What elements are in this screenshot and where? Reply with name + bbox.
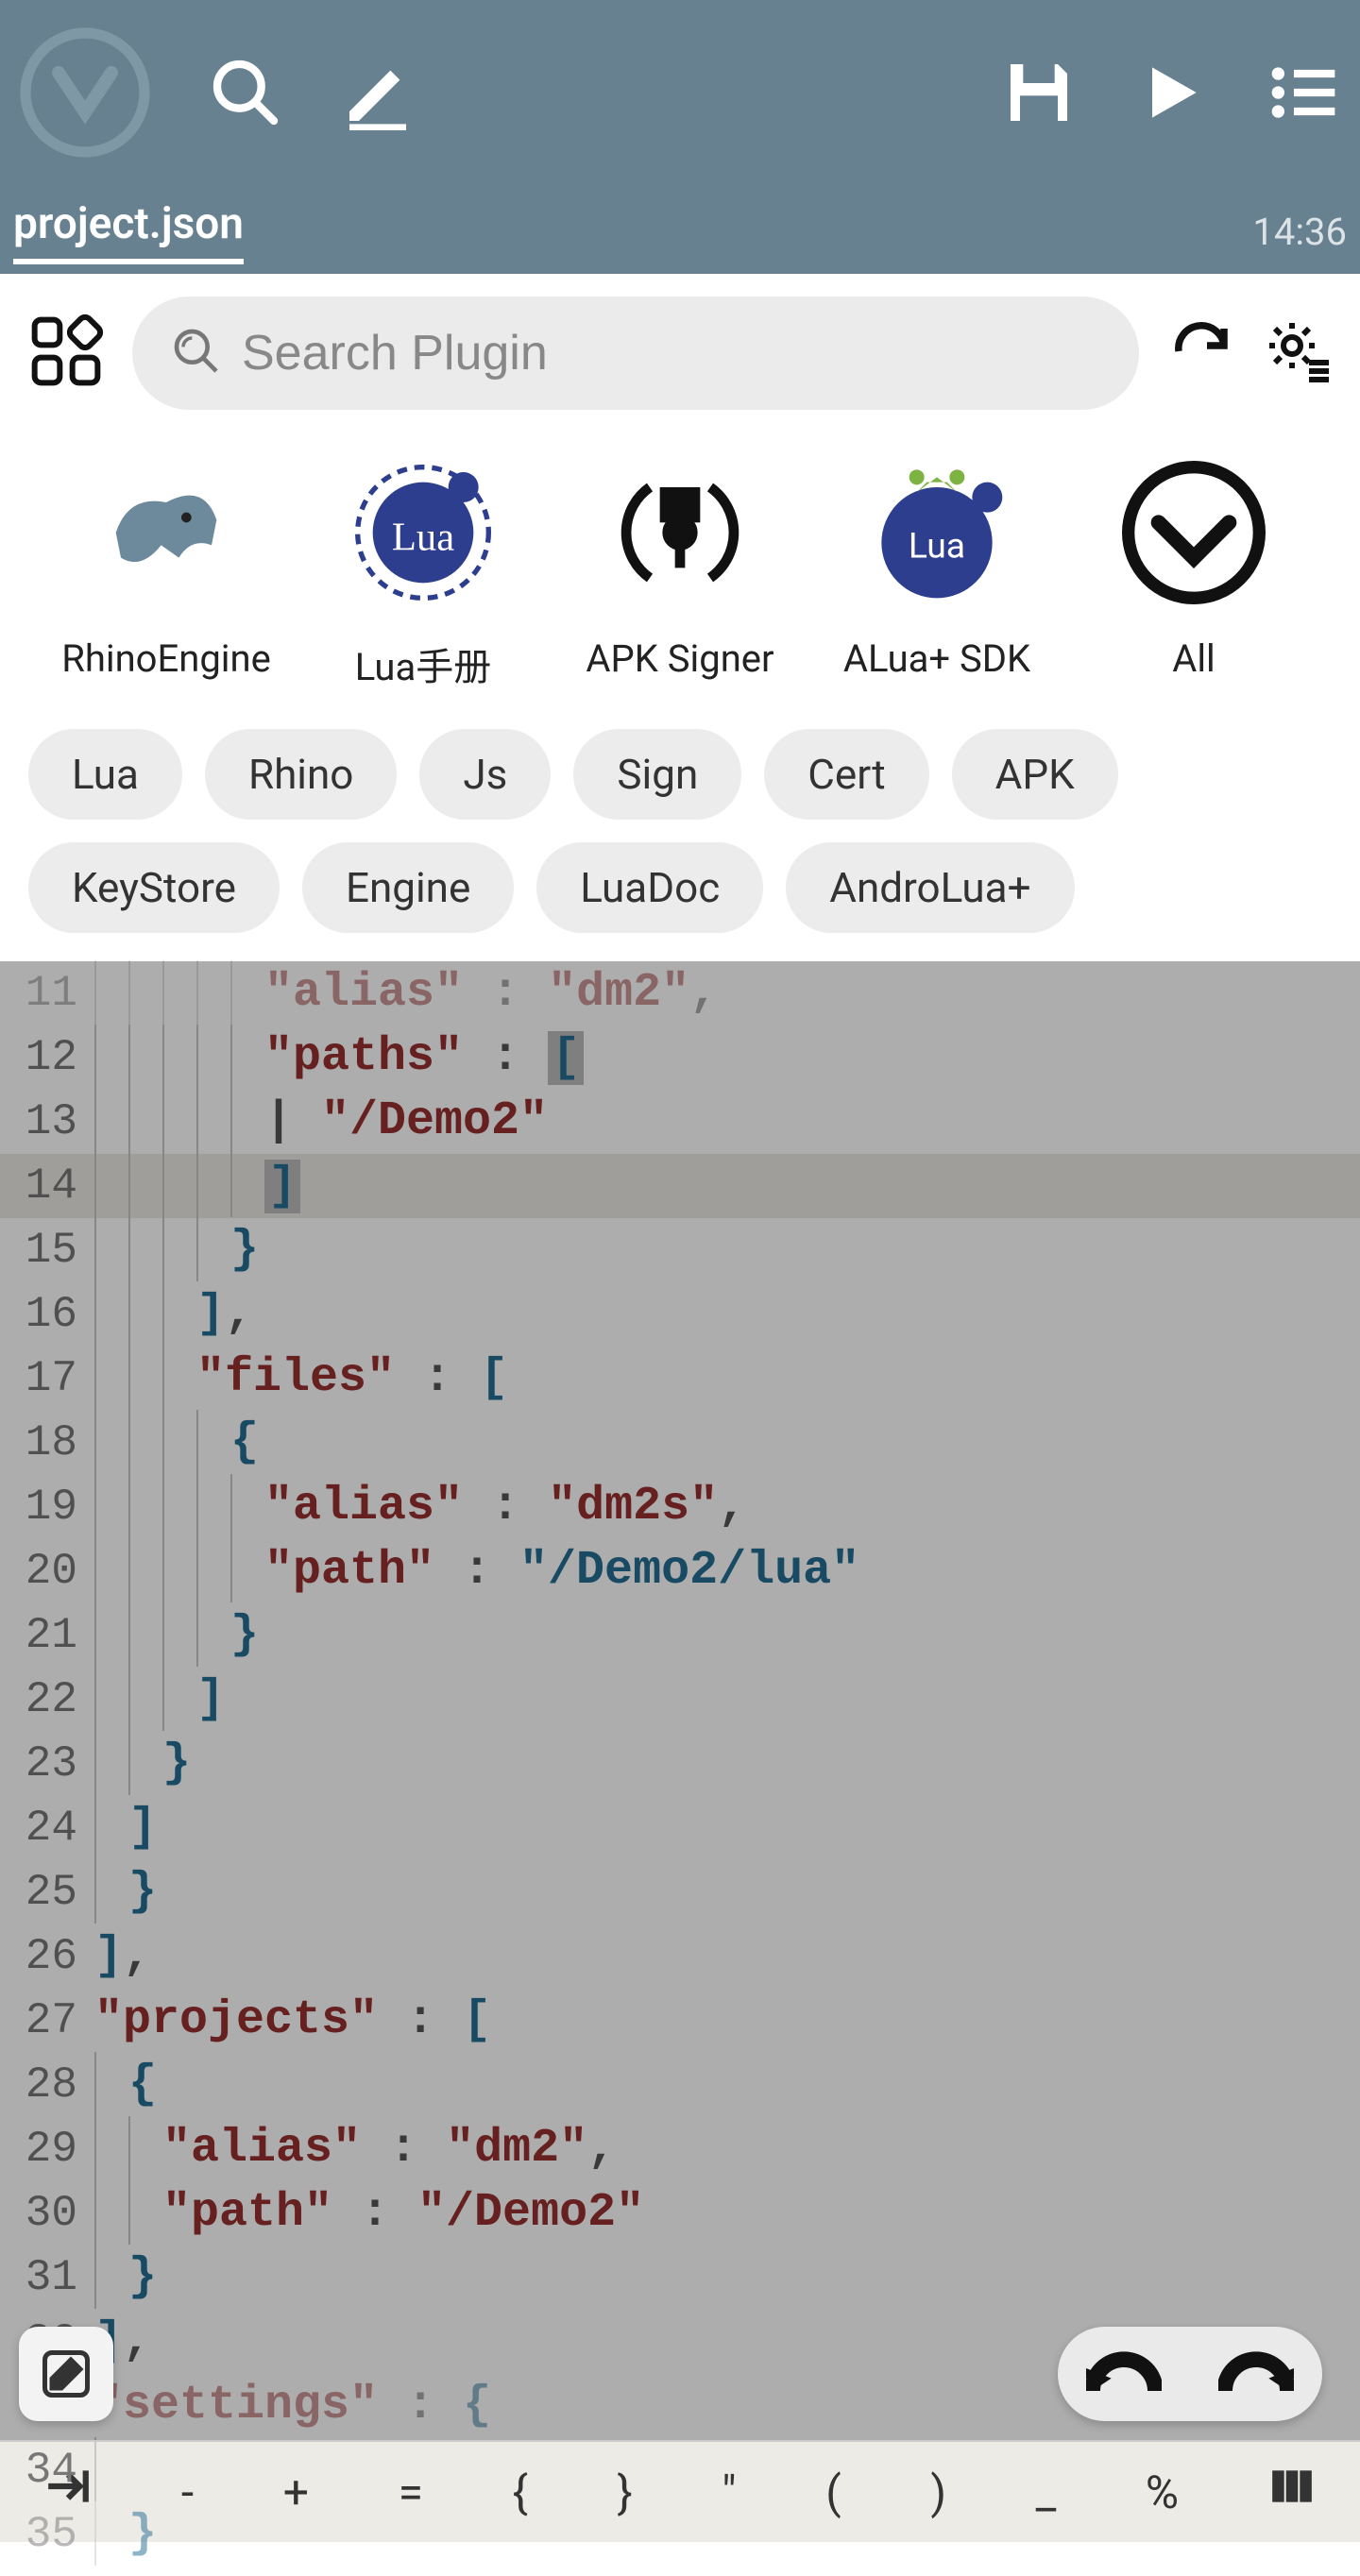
code-line[interactable]: 17"files" : [ xyxy=(0,1347,1360,1411)
plugin-search-input[interactable] xyxy=(242,325,1101,381)
code-editor[interactable]: 11"alias" : "dm2",12"paths" : [13| "/Dem… xyxy=(0,961,1360,2440)
plugin-icon xyxy=(91,457,242,608)
plugin-icon: Lua xyxy=(348,457,499,608)
plugin-icon: Lua xyxy=(861,457,1012,608)
code-line[interactable]: 30"path" : "/Demo2" xyxy=(0,2181,1360,2246)
plugin-item[interactable]: Lua ALua+ SDK xyxy=(824,457,1050,691)
compose-button[interactable] xyxy=(19,2327,113,2421)
code-line[interactable]: 18{ xyxy=(0,1411,1360,1475)
code-line[interactable]: 15} xyxy=(0,1218,1360,1282)
code-line[interactable]: 21} xyxy=(0,1603,1360,1668)
apps-grid-icon[interactable] xyxy=(28,314,104,393)
code-line[interactable]: 25} xyxy=(0,1860,1360,1924)
code-line[interactable]: 13| "/Demo2" xyxy=(0,1090,1360,1154)
code-line[interactable]: 14] xyxy=(0,1154,1360,1218)
code-line[interactable]: 16], xyxy=(0,1282,1360,1347)
plugin-search-box[interactable] xyxy=(132,297,1139,410)
redo-button[interactable] xyxy=(1218,2344,1294,2404)
refresh-icon[interactable] xyxy=(1167,317,1235,389)
clock-label: 14:36 xyxy=(1252,210,1347,254)
code-line[interactable]: 19"alias" : "dm2s", xyxy=(0,1475,1360,1539)
plugin-label: APK Signer xyxy=(586,636,774,681)
filter-tag[interactable]: LuaDoc xyxy=(536,842,763,933)
plugin-label: Lua手册 xyxy=(355,636,492,691)
code-line[interactable]: 12"paths" : [ xyxy=(0,1025,1360,1090)
filter-tag[interactable]: Rhino xyxy=(205,729,397,820)
plugin-item[interactable]: RhinoEngine xyxy=(53,457,280,691)
plugin-icon xyxy=(604,457,756,608)
undo-button[interactable] xyxy=(1086,2344,1162,2404)
code-line[interactable]: 23} xyxy=(0,1732,1360,1796)
svg-text:Lua: Lua xyxy=(392,516,454,560)
plugin-item[interactable]: Lua Lua手册 xyxy=(310,457,536,691)
plugin-label: RhinoEngine xyxy=(61,636,271,681)
search-icon xyxy=(170,325,223,381)
filter-tag[interactable]: APK xyxy=(952,729,1118,820)
edit-icon[interactable] xyxy=(340,55,416,134)
filter-tag[interactable]: Sign xyxy=(573,729,741,820)
code-line[interactable]: 34 xyxy=(0,2438,1360,2502)
search-icon[interactable] xyxy=(208,55,283,134)
undo-redo-pill xyxy=(1058,2327,1322,2421)
filter-tag[interactable]: Cert xyxy=(764,729,928,820)
file-tab[interactable]: project.json xyxy=(13,198,244,264)
main-toolbar xyxy=(0,0,1360,189)
code-line[interactable]: 29"alias" : "dm2", xyxy=(0,2117,1360,2181)
svg-text:Lua: Lua xyxy=(909,526,965,568)
plugin-panel: RhinoEngineLuaLua手册APK SignerLuaALua+ SD… xyxy=(0,274,1360,961)
code-line[interactable]: 28{ xyxy=(0,2053,1360,2117)
plugin-icon xyxy=(1118,457,1269,608)
code-line[interactable]: 26], xyxy=(0,1924,1360,1989)
plugin-label: ALua+ SDK xyxy=(843,636,1030,681)
app-logo-icon[interactable] xyxy=(19,26,151,162)
filter-tag[interactable]: KeyStore xyxy=(28,842,280,933)
plugin-item[interactable]: All xyxy=(1080,457,1307,691)
settings-icon[interactable] xyxy=(1264,317,1332,389)
filter-tag[interactable]: Lua xyxy=(28,729,182,820)
plugin-item[interactable]: APK Signer xyxy=(567,457,793,691)
code-line[interactable]: 11"alias" : "dm2", xyxy=(0,961,1360,1025)
code-line[interactable]: 35} xyxy=(0,2502,1360,2567)
code-line[interactable]: 20"path" : "/Demo2/lua" xyxy=(0,1539,1360,1603)
save-icon[interactable] xyxy=(1001,55,1077,134)
menu-icon[interactable] xyxy=(1266,55,1341,134)
filter-tag[interactable]: Js xyxy=(419,729,551,820)
plugin-label: All xyxy=(1172,636,1216,681)
tab-bar: project.json 14:36 xyxy=(0,189,1360,274)
filter-tag[interactable]: Engine xyxy=(302,842,514,933)
code-line[interactable]: 31} xyxy=(0,2246,1360,2310)
code-line[interactable]: 27"projects" : [ xyxy=(0,1989,1360,2053)
code-line[interactable]: 22] xyxy=(0,1668,1360,1732)
run-icon[interactable] xyxy=(1133,55,1209,134)
code-line[interactable]: 24] xyxy=(0,1796,1360,1860)
filter-tag[interactable]: AndroLua+ xyxy=(786,842,1074,933)
